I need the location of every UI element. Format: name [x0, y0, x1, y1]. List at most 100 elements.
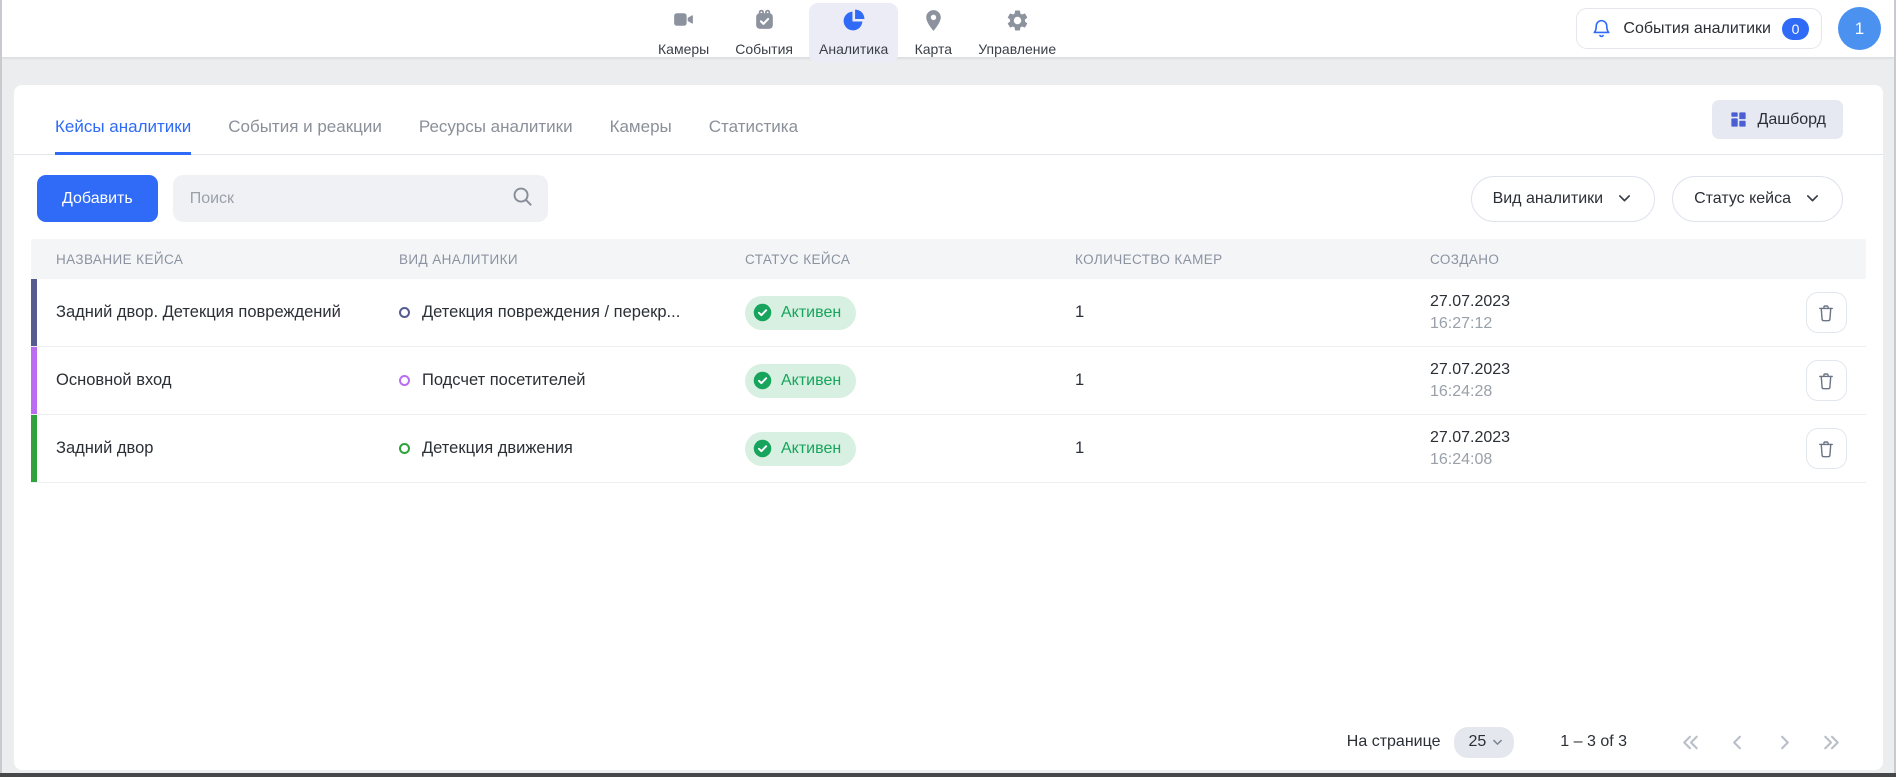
analytics-type-icon — [399, 375, 410, 386]
pie-chart-icon — [841, 8, 866, 38]
nav-item-map[interactable]: Карта — [904, 3, 962, 63]
tab-cameras[interactable]: Камеры — [610, 117, 672, 155]
tab-statistics[interactable]: Статистика — [709, 117, 798, 155]
dashboard-button[interactable]: Дашборд — [1712, 100, 1844, 139]
analytics-type-icon — [399, 443, 410, 454]
chevron-right-icon — [1773, 731, 1796, 754]
search-input[interactable] — [190, 190, 511, 208]
chevron-down-icon — [1804, 190, 1821, 207]
top-bar: Камеры События Аналитика Карта Управлени — [0, 0, 1896, 57]
table-header: НАЗВАНИЕ КЕЙСА ВИД АНАЛИТИКИ СТАТУС КЕЙС… — [31, 239, 1866, 279]
dashboard-grid-icon — [1729, 110, 1748, 129]
tab-list: Кейсы аналитики События и реакции Ресурс… — [55, 117, 798, 155]
analytics-events-label: События аналитики — [1623, 20, 1771, 38]
per-page-label: На странице — [1347, 733, 1441, 751]
nav-item-analytics[interactable]: Аналитика — [809, 3, 898, 63]
delete-button[interactable] — [1806, 428, 1847, 469]
created-time: 16:27:12 — [1430, 315, 1786, 333]
col-camera-count: КОЛИЧЕСТВО КАМЕР — [1050, 252, 1405, 267]
tabs-row: Кейсы аналитики События и реакции Ресурс… — [14, 85, 1883, 155]
created-cell: 27.07.2023 16:27:12 — [1405, 293, 1786, 333]
tab-analytics-resources[interactable]: Ресурсы аналитики — [419, 117, 573, 155]
camera-count: 1 — [1050, 303, 1405, 322]
analytics-type-icon — [399, 307, 410, 318]
table-row[interactable]: Основной вход Подсчет посетителей Активе… — [31, 347, 1866, 415]
calendar-check-icon — [752, 8, 777, 38]
nav-item-cameras[interactable]: Камеры — [648, 3, 719, 63]
camera-count: 1 — [1050, 439, 1405, 458]
case-color-bar — [31, 415, 37, 482]
per-page-select[interactable]: 25 — [1454, 727, 1514, 758]
trash-icon — [1816, 371, 1836, 391]
window-bottom-border — [0, 773, 1896, 777]
pagination: На странице 25 1 – 3 of 3 — [1347, 724, 1843, 760]
main-nav: Камеры События Аналитика Карта Управлени — [648, 3, 1066, 63]
add-case-button[interactable]: Добавить — [37, 175, 158, 222]
col-analytics-type: ВИД АНАЛИТИКИ — [374, 252, 725, 267]
dashboard-button-label: Дашборд — [1758, 111, 1827, 129]
double-chevron-right-icon — [1820, 731, 1843, 754]
pagination-range: 1 – 3 of 3 — [1560, 733, 1627, 751]
delete-button[interactable] — [1806, 360, 1847, 401]
last-page-button[interactable] — [1820, 731, 1843, 754]
case-status-cell: Активен — [725, 432, 1050, 466]
analytics-type-filter[interactable]: Вид аналитики — [1471, 176, 1656, 222]
window-left-border — [0, 0, 2, 777]
case-name: Основной вход — [31, 371, 374, 390]
col-created: СОЗДАНО — [1405, 252, 1786, 267]
check-circle-icon — [752, 370, 773, 391]
col-case-name: НАЗВАНИЕ КЕЙСА — [31, 252, 374, 267]
status-badge: Активен — [745, 364, 856, 398]
nav-label: Управление — [978, 41, 1056, 57]
next-page-button[interactable] — [1773, 731, 1796, 754]
camera-count: 1 — [1050, 371, 1405, 390]
case-analytics-type: Подсчет посетителей — [374, 371, 725, 390]
user-avatar[interactable]: 1 — [1838, 7, 1881, 50]
pager-controls — [1679, 731, 1843, 754]
col-case-status: СТАТУС КЕЙСА — [725, 252, 1050, 267]
case-name: Задний двор — [31, 439, 374, 458]
search-icon[interactable] — [511, 185, 534, 213]
table-row[interactable]: Задний двор Детекция движения Активен 1 … — [31, 415, 1866, 483]
case-status-filter[interactable]: Статус кейса — [1672, 176, 1843, 222]
check-circle-icon — [752, 438, 773, 459]
gear-icon — [1005, 8, 1030, 38]
nav-label: Аналитика — [819, 41, 888, 57]
nav-label: События — [735, 41, 793, 57]
tab-events-and-reactions[interactable]: События и реакции — [228, 117, 382, 155]
created-cell: 27.07.2023 16:24:28 — [1405, 361, 1786, 401]
first-page-button[interactable] — [1679, 731, 1702, 754]
nav-label: Камеры — [658, 41, 709, 57]
tab-analytics-cases[interactable]: Кейсы аналитики — [55, 117, 191, 155]
created-date: 27.07.2023 — [1430, 293, 1786, 311]
prev-page-button[interactable] — [1726, 731, 1749, 754]
double-chevron-left-icon — [1679, 731, 1702, 754]
events-count-badge: 0 — [1782, 18, 1809, 40]
case-analytics-type: Детекция движения — [374, 439, 725, 458]
delete-button[interactable] — [1806, 292, 1847, 333]
trash-icon — [1816, 439, 1836, 459]
case-color-bar — [31, 347, 37, 414]
case-name: Задний двор. Детекция повреждений — [31, 303, 374, 322]
case-analytics-type: Детекция повреждения / перекр... — [374, 303, 725, 322]
case-status-cell: Активен — [725, 364, 1050, 398]
case-color-bar — [31, 279, 37, 346]
status-badge: Активен — [745, 296, 856, 330]
analytics-panel: Кейсы аналитики События и реакции Ресурс… — [14, 85, 1883, 770]
created-time: 16:24:28 — [1430, 383, 1786, 401]
analytics-events-button[interactable]: События аналитики 0 — [1576, 8, 1822, 49]
cases-table: НАЗВАНИЕ КЕЙСА ВИД АНАЛИТИКИ СТАТУС КЕЙС… — [31, 239, 1866, 483]
table-row[interactable]: Задний двор. Детекция повреждений Детекц… — [31, 279, 1866, 347]
case-status-cell: Активен — [725, 296, 1050, 330]
nav-item-management[interactable]: Управление — [968, 3, 1066, 63]
camera-icon — [671, 8, 696, 38]
toolbar: Добавить Вид аналитики Статус кейса — [37, 175, 1843, 222]
created-cell: 27.07.2023 16:24:08 — [1405, 429, 1786, 469]
search-box — [173, 175, 548, 222]
created-time: 16:24:08 — [1430, 451, 1786, 469]
created-date: 27.07.2023 — [1430, 429, 1786, 447]
chevron-down-icon — [1491, 736, 1504, 749]
bell-icon — [1591, 18, 1612, 39]
nav-label: Карта — [915, 41, 952, 57]
nav-item-events[interactable]: События — [725, 3, 803, 63]
